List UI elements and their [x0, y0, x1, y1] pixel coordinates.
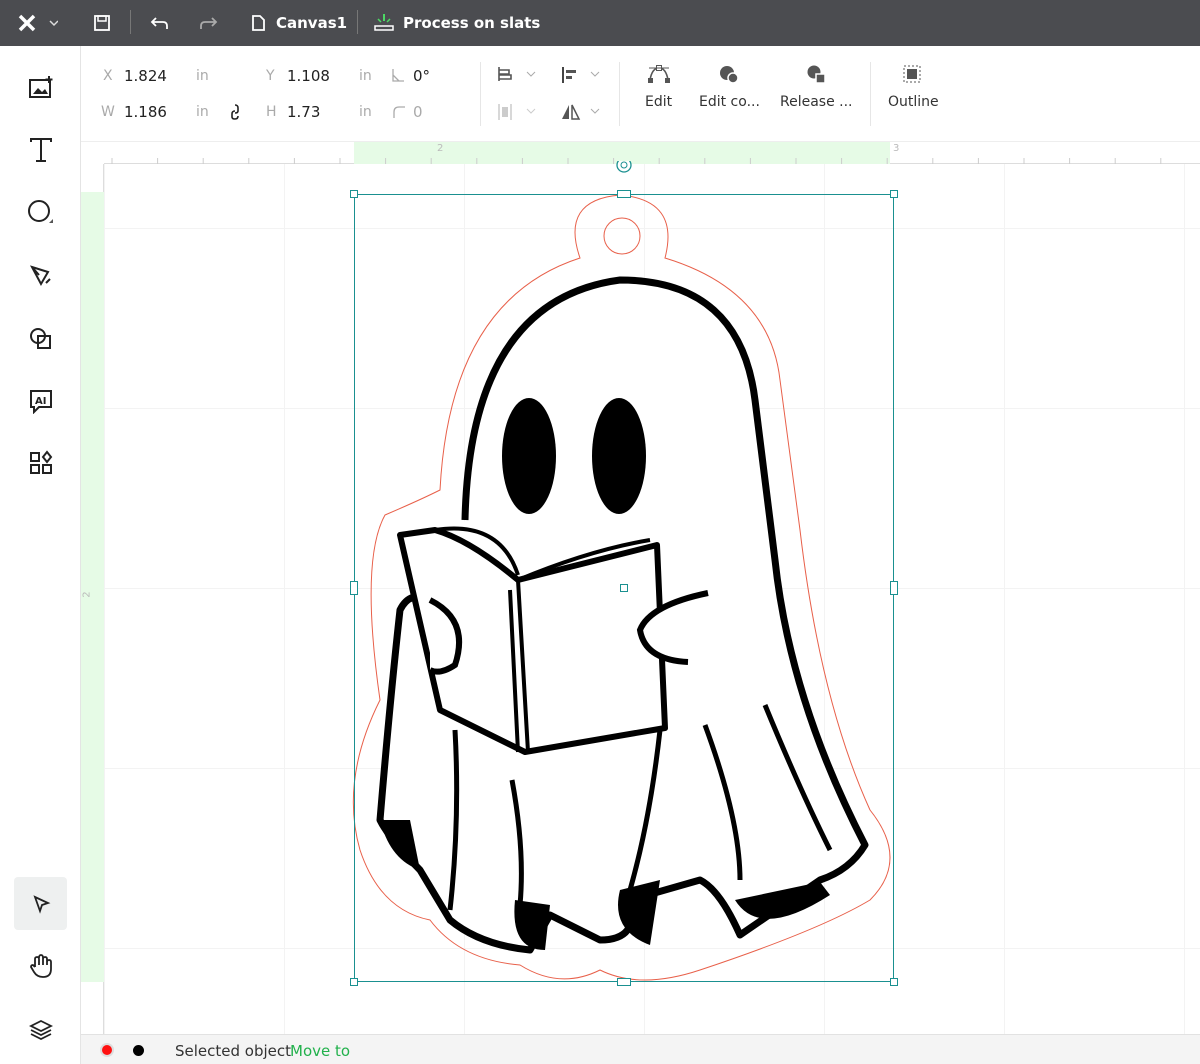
layers-tool[interactable] [14, 1003, 67, 1056]
release-label: Release ... [780, 94, 853, 110]
document-name-label: Canvas1 [276, 14, 348, 32]
process-button[interactable]: Process on slats [373, 0, 540, 46]
save-button[interactable] [93, 0, 111, 46]
app-menu[interactable] [18, 0, 58, 46]
file-icon [252, 15, 265, 31]
y-label: Y [266, 68, 275, 84]
distribute-dropdown[interactable] [497, 103, 537, 121]
properties-bar: X 1.824 in Y 1.108 in 0° W 1.186 in H 1.… [81, 46, 1200, 142]
shapes-overlap-icon [29, 327, 51, 349]
x-unit: in [196, 68, 209, 84]
elements-tool[interactable] [14, 436, 67, 489]
save-icon [94, 15, 110, 31]
vertical-ruler[interactable]: 2 [81, 164, 104, 1034]
h-unit: in [359, 104, 372, 120]
y-unit: in [359, 68, 372, 84]
undo-icon [150, 17, 168, 29]
redo-icon [200, 17, 218, 29]
grid-apps-icon [29, 449, 52, 474]
left-toolbar: AI [0, 46, 81, 1064]
boolean-tool[interactable] [14, 312, 67, 365]
ruler-label: 2 [437, 143, 444, 154]
resize-handle[interactable] [350, 581, 358, 595]
edit-button[interactable]: Edit [645, 64, 672, 110]
move-to-link[interactable]: Move to [290, 1042, 350, 1060]
release-icon [807, 65, 826, 84]
corner-radius-icon [393, 106, 405, 118]
design-canvas[interactable] [104, 161, 1200, 1034]
text-tool[interactable] [14, 123, 67, 176]
ruler-ticks [111, 158, 1162, 164]
document-name[interactable]: Canvas1 [250, 0, 347, 46]
hand-tool[interactable] [14, 939, 67, 992]
x-input[interactable]: 1.824 [124, 67, 167, 85]
circle-icon [27, 199, 53, 223]
w-unit: in [196, 104, 209, 120]
redo-button[interactable] [198, 0, 218, 46]
ai-icon: AI [29, 389, 52, 414]
resize-handle[interactable] [617, 190, 631, 198]
ruler-label: 2 [81, 591, 93, 598]
edit-contour-label: Edit co... [699, 94, 760, 110]
release-button[interactable]: Release ... [780, 64, 853, 110]
status-bar: Selected object Move to [81, 1034, 1200, 1064]
align-dropdown[interactable] [561, 66, 601, 84]
flip-dropdown[interactable] [561, 103, 601, 121]
select-tool[interactable] [14, 877, 67, 930]
top-bar: Canvas1 Process on slats [0, 0, 1200, 46]
height-input[interactable]: 1.73 [287, 103, 320, 121]
cursor-arrow-icon [32, 894, 50, 914]
image-add-icon [28, 75, 52, 98]
resize-handle[interactable] [350, 190, 358, 198]
rotation-input[interactable]: 0° [413, 67, 430, 85]
horizontal-ruler[interactable]: 2 3 [104, 142, 1200, 164]
ruler-label: 3 [893, 143, 900, 154]
width-input[interactable]: 1.186 [124, 103, 167, 121]
outline-icon [903, 65, 921, 83]
edit-label: Edit [645, 94, 673, 110]
resize-handle[interactable] [890, 978, 898, 986]
svg-text:AI: AI [35, 396, 46, 407]
x-label: X [103, 68, 113, 84]
pen-tool[interactable] [14, 249, 67, 302]
color-red-swatch[interactable] [100, 1043, 114, 1057]
rotate-handle[interactable] [614, 161, 634, 173]
outline-button[interactable]: Outline [888, 64, 939, 110]
w-label: W [101, 104, 115, 120]
process-label: Process on slats [403, 14, 541, 32]
edit-contour-icon [720, 66, 740, 84]
hand-icon [29, 953, 52, 978]
outline-label: Outline [888, 94, 939, 110]
color-black-swatch[interactable] [133, 1045, 144, 1056]
undo-button[interactable] [150, 0, 170, 46]
resize-handle[interactable] [617, 978, 631, 986]
pen-icon [29, 264, 51, 286]
shape-tool[interactable] [14, 186, 67, 239]
text-icon [29, 137, 52, 162]
corner-radius-input[interactable]: 0 [413, 103, 423, 121]
y-input[interactable]: 1.108 [287, 67, 330, 85]
lock-ratio-link-icon[interactable] [230, 103, 240, 121]
layers-icon [28, 1019, 53, 1040]
status-text: Selected object [175, 1042, 292, 1060]
center-handle[interactable] [620, 584, 628, 592]
add-image-tool[interactable] [14, 60, 67, 113]
arrange-dropdown[interactable] [497, 66, 537, 82]
selection-range-highlight [81, 192, 104, 982]
resize-handle[interactable] [890, 581, 898, 595]
laser-icon [374, 14, 394, 31]
edit-contour-button[interactable]: Edit co... [699, 64, 760, 110]
rotation-icon [392, 69, 404, 82]
h-label: H [266, 104, 277, 120]
resize-handle[interactable] [890, 190, 898, 198]
ai-tool[interactable]: AI [14, 374, 67, 427]
resize-handle[interactable] [350, 978, 358, 986]
logo-x-icon [18, 14, 58, 32]
node-edit-icon [647, 65, 670, 83]
